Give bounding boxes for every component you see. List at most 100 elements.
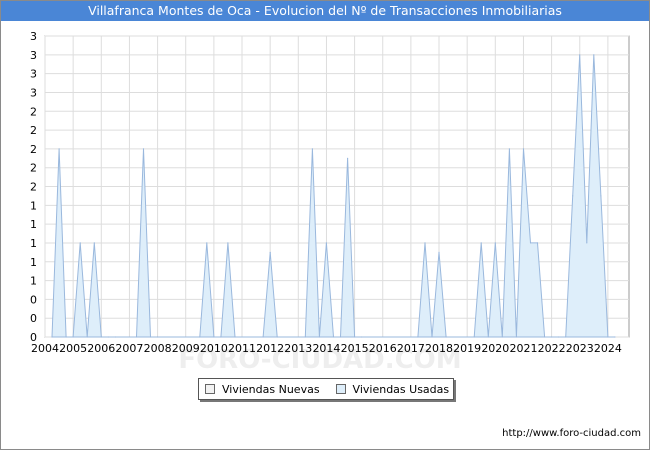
data-point-usadas: [515, 336, 518, 338]
data-point-usadas: [354, 336, 356, 338]
data-point-usadas: [565, 336, 567, 338]
x-tick-label: 2023: [566, 342, 594, 355]
y-tick-label: 1: [30, 275, 37, 288]
data-point-usadas: [417, 336, 419, 338]
data-point-usadas: [276, 336, 278, 338]
data-point-usadas: [262, 336, 264, 338]
x-tick-label: 2009: [172, 342, 200, 355]
y-tick-label: 3: [30, 49, 37, 62]
x-tick-label: 2007: [115, 342, 143, 355]
data-point-usadas: [213, 336, 215, 338]
data-point-usadas: [142, 148, 145, 150]
data-point-usadas: [614, 336, 616, 338]
data-point-usadas: [536, 242, 539, 244]
data-point-usadas: [480, 242, 482, 244]
legend: Viviendas Nuevas Viviendas Usadas: [198, 378, 454, 400]
data-point-usadas: [579, 54, 581, 56]
data-point-usadas: [558, 336, 560, 338]
data-point-usadas: [332, 336, 335, 338]
x-tick-label: 2011: [228, 342, 256, 355]
x-tick-label: 2024: [594, 342, 622, 355]
y-tick-label: 1: [30, 256, 37, 269]
data-point-usadas: [304, 336, 306, 338]
data-point-usadas: [114, 336, 116, 338]
data-point-usadas: [586, 242, 588, 244]
y-tick-label: 1: [30, 237, 37, 250]
data-point-usadas: [51, 336, 53, 338]
data-point-usadas: [522, 148, 525, 150]
data-point-usadas: [149, 336, 152, 338]
data-point-usadas: [431, 336, 433, 338]
x-tick-label: 2005: [59, 342, 87, 355]
data-point-usadas: [72, 336, 74, 338]
data-point-usadas: [361, 336, 363, 338]
data-point-usadas: [86, 336, 88, 338]
y-tick-label: 3: [30, 86, 37, 99]
data-point-usadas: [501, 336, 503, 338]
data-point-usadas: [220, 336, 222, 338]
data-point-usadas: [311, 148, 313, 150]
x-tick-label: 2013: [284, 342, 312, 355]
x-tick-label: 2015: [341, 342, 369, 355]
data-point-usadas: [473, 336, 475, 338]
x-tick-label: 2008: [144, 342, 172, 355]
data-point-usadas: [529, 242, 532, 244]
y-tick-label: 0: [30, 293, 37, 306]
x-tick-label: 2006: [87, 342, 115, 355]
x-tick-label: 2017: [397, 342, 425, 355]
data-point-usadas: [234, 336, 236, 338]
data-point-usadas: [135, 336, 138, 338]
data-point-usadas: [107, 336, 109, 338]
data-point-usadas: [93, 242, 95, 244]
y-tick-label: 1: [30, 218, 37, 231]
data-point-usadas: [508, 148, 510, 150]
data-point-usadas: [494, 242, 496, 244]
legend-swatch-nuevas: [205, 384, 215, 394]
y-tick-label: 0: [30, 312, 37, 325]
data-point-usadas: [445, 336, 447, 338]
data-point-usadas: [79, 242, 81, 244]
x-tick-label: 2010: [200, 342, 228, 355]
y-tick-label: 3: [30, 68, 37, 81]
data-point-usadas: [100, 336, 102, 338]
legend-item-usadas: Viviendas Usadas: [335, 382, 450, 396]
data-point-usadas: [487, 336, 489, 338]
data-point-usadas: [593, 54, 595, 56]
source-credit: http://www.foro-ciudad.com: [502, 428, 641, 439]
x-tick-label: 2018: [425, 342, 453, 355]
data-point-usadas: [318, 336, 320, 338]
data-point-usadas: [269, 251, 271, 253]
x-tick-label: 2019: [453, 342, 481, 355]
data-point-usadas: [572, 195, 574, 197]
data-point-usadas: [227, 242, 229, 244]
data-point-usadas: [438, 251, 440, 253]
data-point-usadas: [600, 195, 602, 197]
legend-swatch-usadas: [335, 384, 346, 394]
y-tick-label: 2: [30, 143, 37, 156]
data-point-usadas: [424, 242, 426, 244]
y-tick-label: 2: [30, 181, 37, 194]
data-point-usadas: [347, 157, 349, 159]
data-point-usadas: [157, 336, 159, 338]
x-tick-label: 2012: [256, 342, 284, 355]
y-tick-label: 2: [30, 105, 37, 118]
data-point-usadas: [206, 242, 208, 244]
x-tick-label: 2014: [312, 342, 340, 355]
x-tick-label: 2016: [369, 342, 397, 355]
x-tick-label: 2004: [31, 342, 59, 355]
y-tick-label: 2: [30, 124, 37, 137]
data-point-usadas: [325, 242, 327, 244]
data-point-usadas: [551, 336, 553, 338]
data-point-usadas: [58, 148, 60, 150]
legend-item-nuevas: Viviendas Nuevas: [205, 383, 320, 396]
data-point-usadas: [607, 336, 609, 338]
legend-label-usadas: Viviendas Usadas: [352, 382, 450, 396]
data-point-usadas: [339, 336, 342, 338]
data-point-usadas: [65, 336, 67, 338]
legend-label-nuevas: Viviendas Nuevas: [222, 382, 320, 396]
x-tick-label: 2022: [538, 342, 566, 355]
y-tick-label: 3: [30, 30, 37, 43]
y-tick-label: 1: [30, 199, 37, 212]
y-tick-label: 2: [30, 162, 37, 175]
x-tick-label: 2020: [481, 342, 509, 355]
